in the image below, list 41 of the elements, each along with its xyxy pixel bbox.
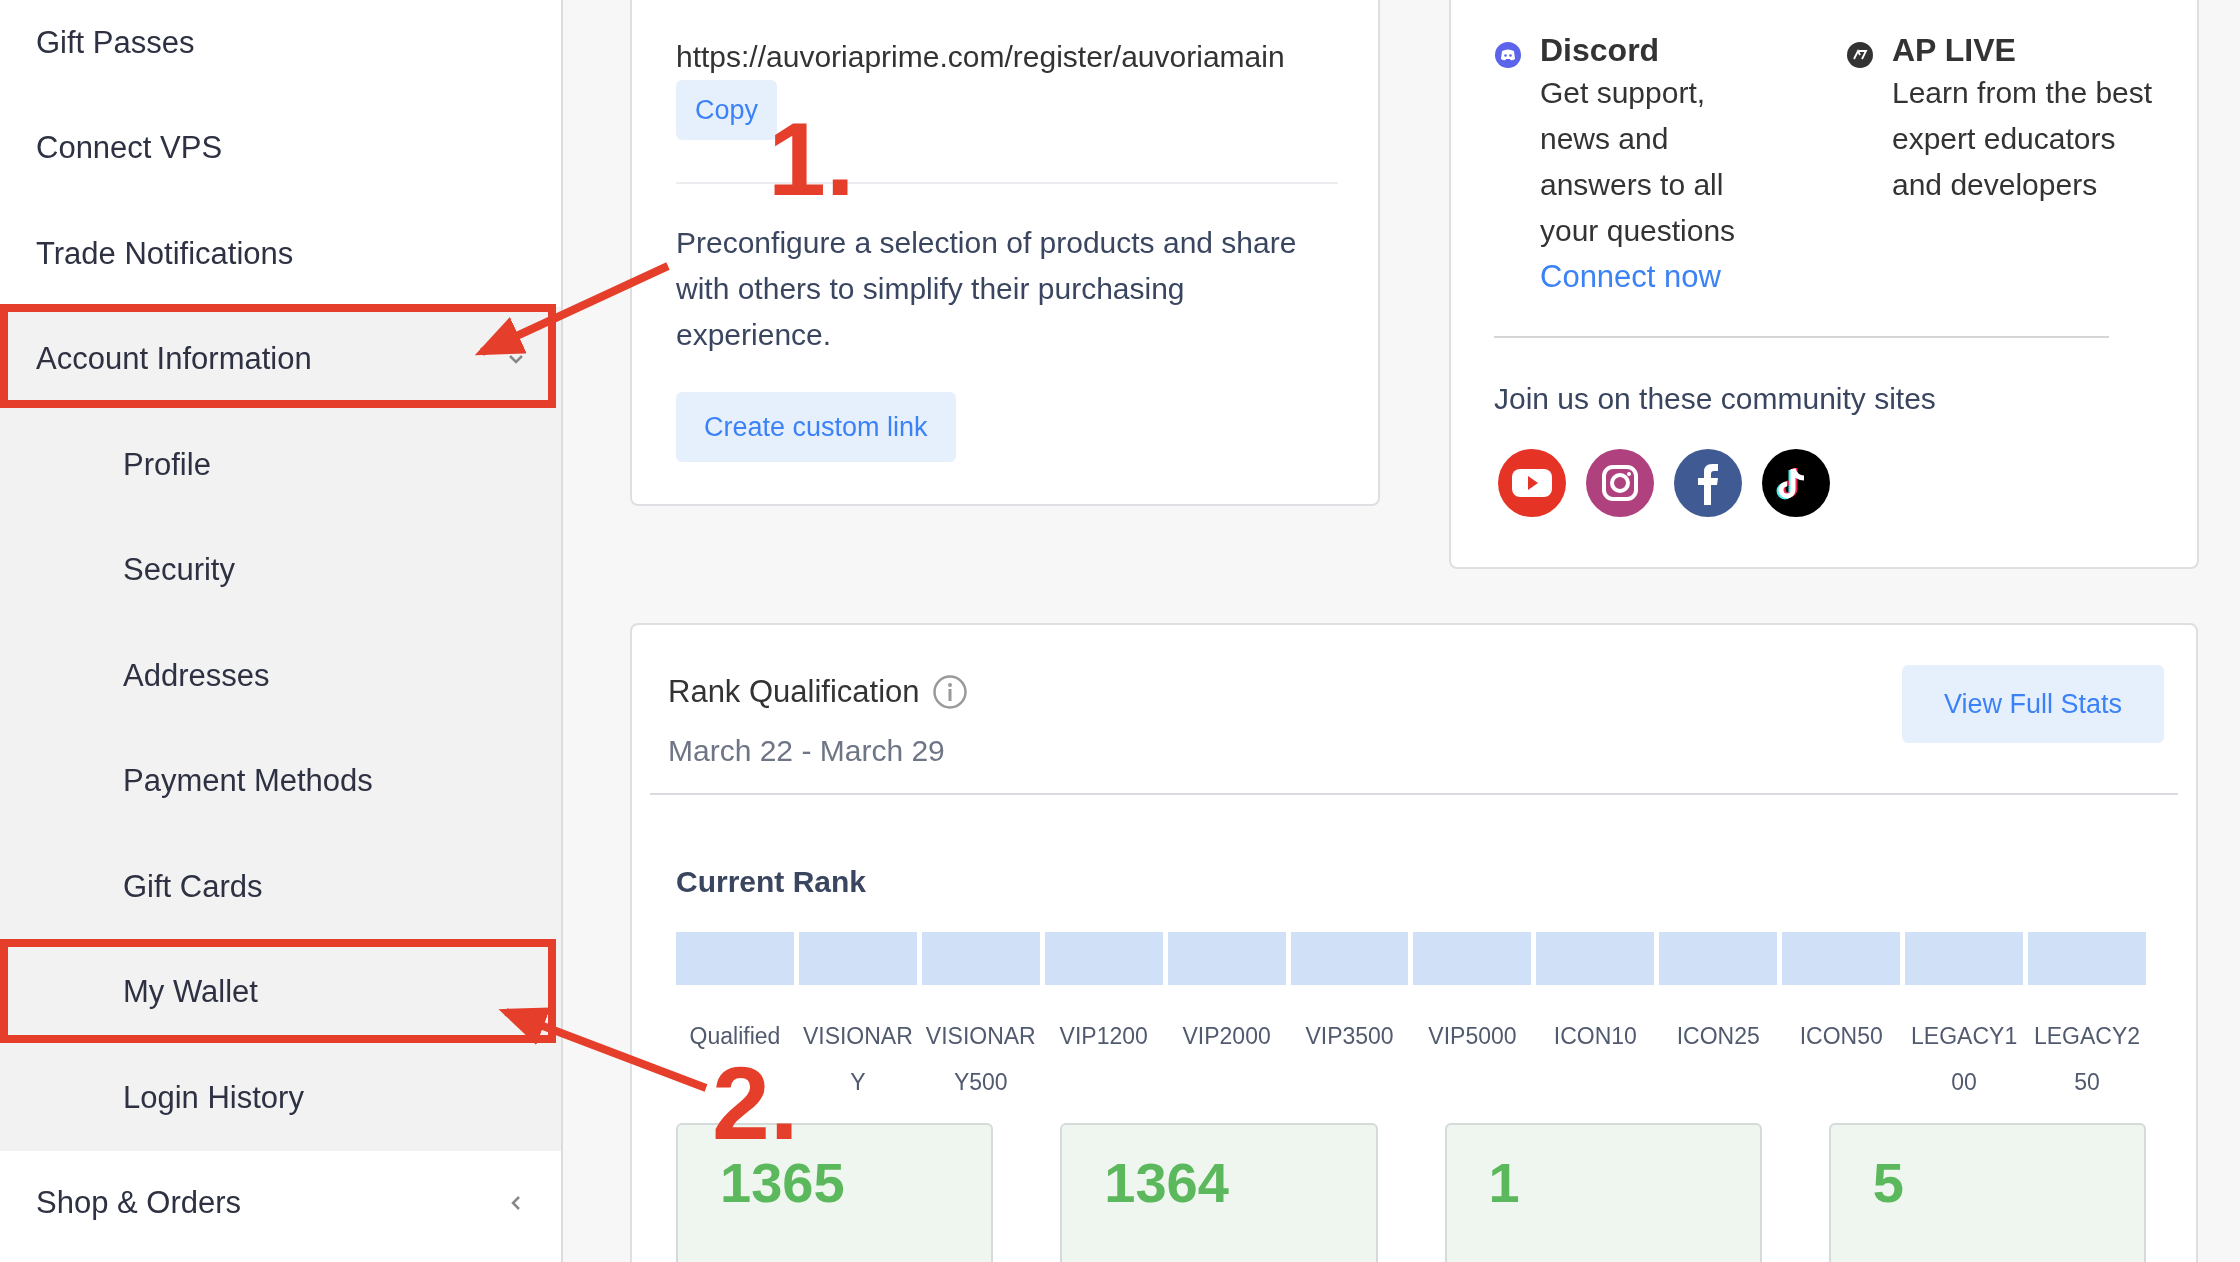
rank-label: VIP5000 — [1427, 1021, 1518, 1051]
rank-label: LEGACY100 — [1910, 1021, 2019, 1097]
referral-url: https://auvoriaprime.com/register/auvoriamain — [676, 39, 1286, 75]
chat-icon — [1494, 41, 1522, 69]
youtube-icon[interactable] — [1498, 449, 1566, 517]
channel-text: Learn from the best expert educators and developers — [1892, 75, 2154, 203]
rank-label: ICON25 — [1675, 1021, 1761, 1051]
rank-label: VIP1200 — [1058, 1021, 1149, 1051]
facebook-icon[interactable] — [1674, 449, 1742, 517]
sidebar-subitem[interactable]: Security — [0, 517, 561, 623]
stat-value: 1365 — [720, 1154, 846, 1211]
info-icon — [931, 674, 968, 711]
connect-link[interactable]: Connect now — [1540, 254, 1762, 300]
rank-label: VIP3500 — [1304, 1021, 1395, 1051]
rank-label: VIP2000 — [1181, 1021, 1272, 1051]
rank-label: ICON10 — [1552, 1021, 1638, 1051]
rank-label: Qualified — [688, 1021, 782, 1051]
rank-label: VISIONARY — [801, 1021, 914, 1097]
sidebar-subitem[interactable]: Gift Cards — [0, 834, 561, 940]
date-range: March 22 - March 29 — [668, 732, 946, 769]
stat-value: 1 — [1488, 1154, 1521, 1211]
card-title: Rank Qualification — [668, 673, 920, 711]
sidebar-subitem[interactable]: Login History — [0, 1045, 561, 1151]
sidebar-subitem[interactable]: Payment Methods — [0, 728, 561, 834]
rank-label: VISIONARY500 — [924, 1021, 1037, 1097]
rank-label: ICON50 — [1798, 1021, 1884, 1051]
channel-title: Discord — [1540, 31, 1661, 70]
stat-value: 5 — [1872, 1154, 1905, 1211]
tiktok-icon[interactable] — [1762, 449, 1830, 517]
logo-icon — [1846, 41, 1874, 69]
section-title: Current Rank — [676, 863, 868, 900]
channel-text: Get support, news and answers to all your questions — [1540, 75, 1737, 249]
sidebar-subitem[interactable]: Profile — [0, 412, 561, 518]
join-text: Join us on these community sites — [1494, 381, 1937, 417]
channel-title: AP LIVE — [1892, 31, 2017, 70]
stat-value: 1364 — [1104, 1154, 1230, 1211]
rank-label: LEGACY250 — [2032, 1021, 2142, 1097]
annotation-number: 2. — [712, 1062, 799, 1146]
instagram-icon[interactable] — [1586, 449, 1654, 517]
sidebar-subitem[interactable]: Addresses — [0, 623, 561, 729]
description-text: Preconfigure a selection of products and share with others to simplify their purchasing experience. — [676, 225, 1298, 353]
